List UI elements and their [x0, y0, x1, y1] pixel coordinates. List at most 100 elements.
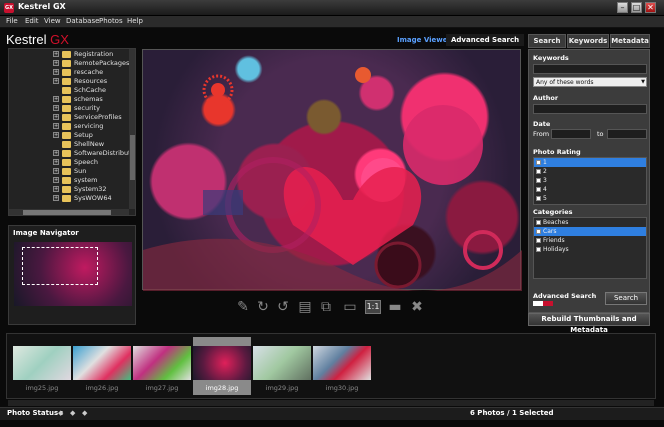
photo-thumbnail[interactable] [13, 346, 71, 380]
rating-option[interactable]: 3 [534, 176, 646, 185]
expand-icon[interactable]: + [53, 195, 59, 201]
thumbnail-label: img29.jpg [265, 384, 299, 392]
tag-icon[interactable]: ◆ [82, 409, 90, 417]
rating-option[interactable]: 1 [534, 158, 646, 167]
date-label: Date [533, 120, 551, 128]
rating-option[interactable]: 4 [534, 185, 646, 194]
tab-keywords[interactable]: Keywords [567, 34, 609, 48]
expand-icon[interactable]: + [53, 123, 59, 129]
film-icon[interactable]: ▤ [296, 298, 314, 316]
date-to-label: to [597, 130, 604, 138]
advanced-search-toggle-on[interactable] [533, 301, 543, 306]
monitor-icon[interactable]: ▭ [341, 298, 359, 316]
expand-icon[interactable]: + [53, 177, 59, 183]
folder-tree[interactable]: + Registration + RemotePackages + rescache … [8, 48, 136, 216]
photo-thumbnail[interactable] [133, 346, 191, 380]
brush-icon[interactable]: ✎ [234, 298, 252, 316]
close-button[interactable]: ✕ [645, 2, 656, 13]
category-option[interactable]: Friends [534, 236, 646, 245]
folder-icon [62, 114, 71, 121]
title-bar [0, 0, 664, 16]
filmstrip: img25.jpg img26.jpg img27.jpg img28.jpg … [6, 333, 656, 399]
rating-option[interactable]: 2 [534, 167, 646, 176]
expand-icon[interactable]: + [53, 114, 59, 120]
menu-edit[interactable]: Edit [25, 17, 39, 25]
expand-icon[interactable]: + [53, 96, 59, 102]
menu-photos[interactable]: Photos [99, 17, 123, 25]
photo-status-label: Photo Status : [7, 409, 64, 417]
expand-icon[interactable]: + [53, 186, 59, 192]
rating-option[interactable]: 5 [534, 194, 646, 203]
photo-thumbnail[interactable] [313, 346, 371, 380]
checkbox[interactable] [536, 220, 541, 225]
tag-icon[interactable]: ◆ [70, 409, 78, 417]
categories-list[interactable]: Beaches Cars Friends Holidays [533, 217, 647, 279]
brand-logo: Kestrel GX [6, 32, 69, 47]
date-from-input[interactable] [551, 129, 591, 139]
expand-icon[interactable]: + [53, 78, 59, 84]
date-to-input[interactable] [607, 129, 647, 139]
folder-icon [62, 186, 71, 193]
photo-artwork [143, 67, 522, 291]
checkbox[interactable] [536, 247, 541, 252]
menu-database[interactable]: Database [66, 17, 99, 25]
expand-icon[interactable]: + [53, 159, 59, 165]
expand-icon[interactable]: + [53, 168, 59, 174]
filmstrip-scrollbar[interactable] [8, 400, 654, 406]
tab-metadata[interactable]: Metadata [610, 34, 650, 48]
tab-search[interactable]: Search [528, 34, 566, 48]
tree-scroll-thumb[interactable] [130, 135, 135, 180]
rating-list[interactable]: 1 2 3 4 5 [533, 157, 647, 205]
category-option[interactable]: Beaches [534, 218, 646, 227]
tag-icon[interactable]: ◆ [58, 409, 66, 417]
checkbox[interactable] [536, 160, 541, 165]
minimize-button[interactable]: – [617, 2, 628, 13]
tree-vertical-scrollbar[interactable] [129, 49, 135, 209]
folder-icon [62, 87, 71, 94]
checkbox[interactable] [536, 229, 541, 234]
folder-icon [62, 177, 71, 184]
navigator-preview[interactable] [14, 242, 132, 306]
expand-icon[interactable]: + [53, 150, 59, 156]
expand-icon[interactable]: + [53, 69, 59, 75]
categories-label: Categories [533, 208, 573, 216]
checkbox[interactable] [536, 187, 541, 192]
photo-thumbnail-selected[interactable] [193, 346, 251, 380]
maximize-button[interactable]: □ [631, 2, 642, 13]
navigator-viewport-box[interactable] [22, 247, 98, 285]
menu-help[interactable]: Help [127, 17, 143, 25]
expand-icon[interactable]: + [53, 105, 59, 111]
expand-icon[interactable]: + [53, 60, 59, 66]
category-option[interactable]: Holidays [534, 245, 646, 254]
author-label: Author [533, 94, 559, 102]
menu-file[interactable]: File [6, 17, 18, 25]
match-mode-select[interactable]: Any of these words ▼ [533, 77, 647, 87]
tree-hscroll-thumb[interactable] [23, 210, 111, 215]
category-option[interactable]: Cars [534, 227, 646, 236]
tab-advanced-search[interactable]: Advanced Search [446, 34, 525, 46]
checkbox[interactable] [536, 169, 541, 174]
rebuild-thumbnails-button[interactable]: Rebuild Thumbnails and Metadata [528, 313, 650, 334]
checkbox[interactable] [536, 238, 541, 243]
rotate-right-icon[interactable]: ↻ [254, 298, 272, 316]
thumbnail-label: img30.jpg [325, 384, 359, 392]
expand-icon[interactable]: + [53, 132, 59, 138]
keywords-input[interactable] [533, 64, 647, 74]
checkbox[interactable] [536, 196, 541, 201]
menu-bar: File Edit View Database Photos Help [0, 16, 664, 28]
rotate-left-icon[interactable]: ↺ [274, 298, 292, 316]
expand-icon[interactable]: + [53, 51, 59, 57]
brand-accent: GX [50, 32, 69, 47]
checkbox[interactable] [536, 178, 541, 183]
fit-screen-icon[interactable]: ▬ [386, 298, 404, 316]
image-viewer[interactable] [142, 49, 522, 291]
advanced-search-toggle-off[interactable] [543, 301, 553, 306]
crop-icon[interactable]: ⧉ [317, 298, 335, 316]
photo-thumbnail[interactable] [73, 346, 131, 380]
author-input[interactable] [533, 104, 647, 114]
photo-thumbnail[interactable] [253, 346, 311, 380]
search-button[interactable]: Search [605, 292, 647, 305]
delete-icon[interactable]: ✖ [408, 298, 426, 316]
actual-size-button[interactable]: 1:1 [365, 300, 381, 314]
menu-view[interactable]: View [44, 17, 61, 25]
